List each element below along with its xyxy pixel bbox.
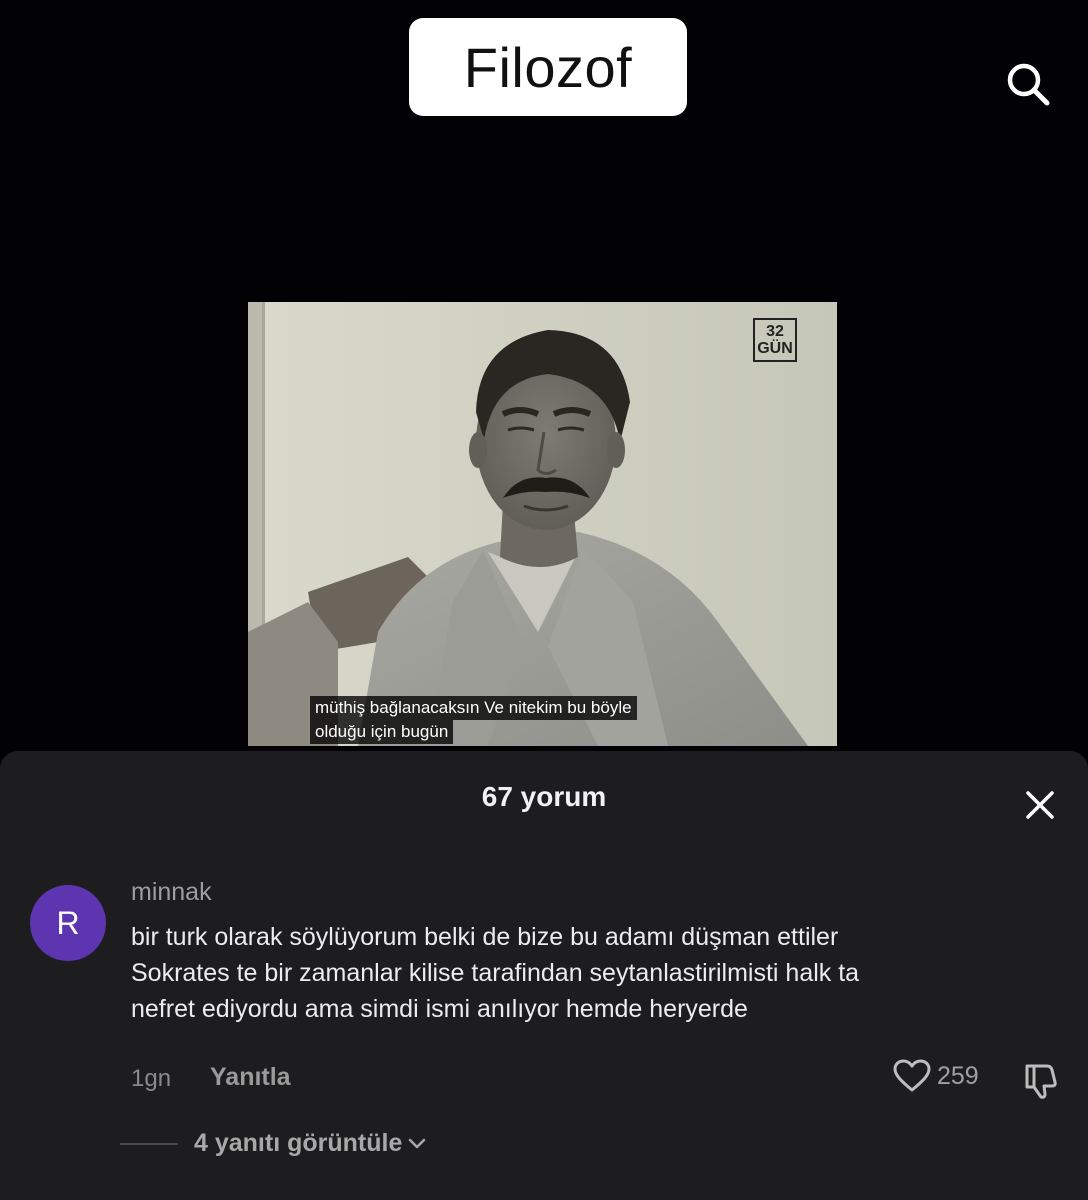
logo-line-2: GÜN (757, 340, 793, 357)
view-replies-button[interactable]: 4 yanıtı görüntüle (120, 1129, 426, 1158)
comments-sheet: 67 yorum R minnak bir turk olarak söylüy… (0, 751, 1088, 1200)
avatar[interactable]: R (30, 885, 106, 961)
comments-count-title: 67 yorum (481, 781, 607, 812)
close-icon (1026, 791, 1054, 819)
search-icon (1007, 63, 1050, 106)
channel-logo: 32 GÜN (753, 318, 797, 362)
app-screen: Filozof 32 GÜN müthiş bağlanacaksın Ve n… (0, 0, 1088, 1200)
search-button[interactable] (1002, 58, 1054, 110)
heart-icon (893, 1059, 931, 1092)
close-button[interactable] (1020, 785, 1060, 825)
subtitle-line-1: müthiş bağlanacaksın Ve nitekim bu böyle (310, 696, 637, 720)
divider-line (120, 1142, 178, 1145)
comment-text: bir turk olarak söylüyorum belki de bize… (131, 919, 1031, 1027)
dislike-button[interactable] (1021, 1062, 1061, 1100)
video-player[interactable]: 32 GÜN müthiş bağlanacaksın Ve nitekim b… (248, 302, 837, 746)
comment-timestamp: 1gn (131, 1065, 172, 1092)
video-subtitles: müthiş bağlanacaksın Ve nitekim bu böyle… (310, 696, 637, 744)
comment-text-line-3: nefret ediyordu ama simdi ismi anılıyor … (131, 995, 748, 1023)
subtitle-line-2: olduğu için bugün (310, 720, 454, 744)
view-replies-label: 4 yanıtı görüntüle (194, 1129, 403, 1157)
dislike-icon (1025, 1064, 1057, 1099)
chevron-down-icon (409, 1138, 426, 1148)
comment-username[interactable]: minnak (131, 878, 212, 907)
reply-button[interactable]: Yanıtla (210, 1063, 291, 1092)
like-count: 259 (937, 1061, 979, 1090)
logo-line-1: 32 (766, 323, 784, 340)
video-frame-image (248, 302, 837, 746)
comment-text-line-1: bir turk olarak söylüyorum belki de bize… (131, 923, 839, 951)
comment-text-line-2: Sokrates te bir zamanlar kilise tarafind… (131, 959, 860, 987)
page-title: Filozof (409, 18, 687, 116)
like-button[interactable]: 259 (893, 1059, 979, 1093)
